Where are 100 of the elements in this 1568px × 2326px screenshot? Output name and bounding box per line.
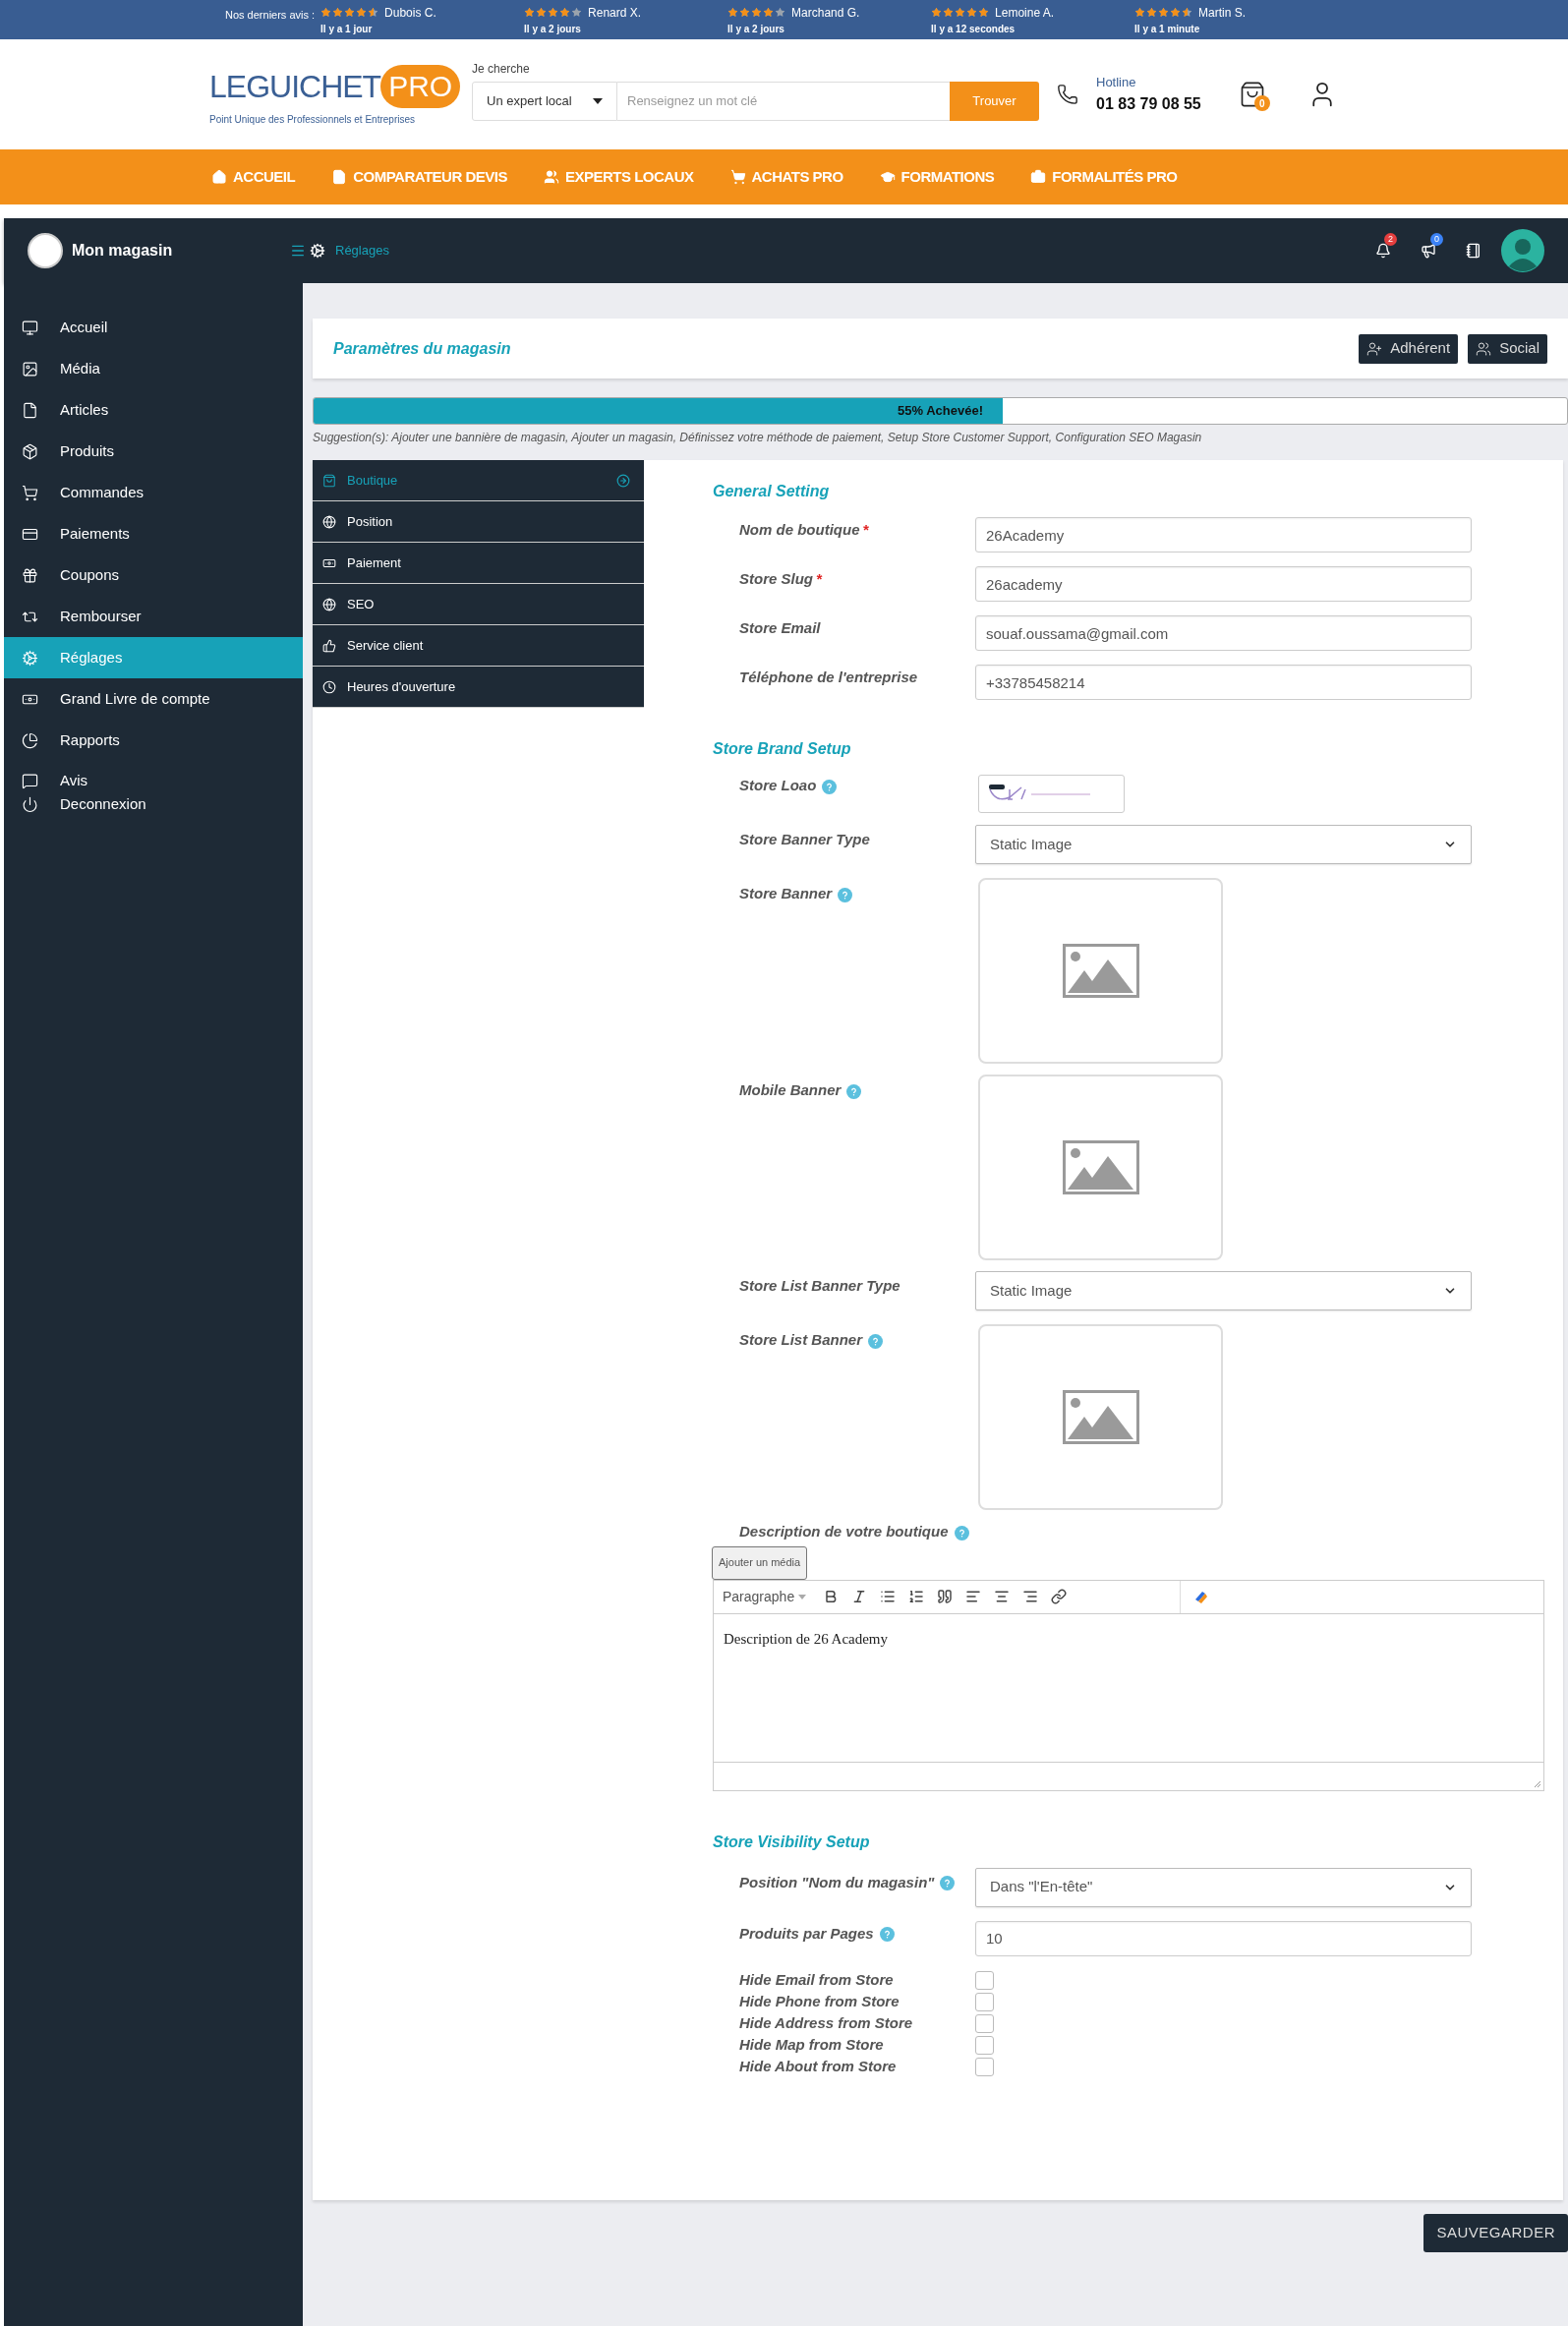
settings-tab[interactable]: Paiement xyxy=(313,543,644,584)
notebook-icon[interactable] xyxy=(1466,243,1481,259)
sidebar-item[interactable]: Rembourser xyxy=(4,596,303,637)
align-center-icon[interactable] xyxy=(994,1589,1011,1604)
text-field[interactable]: +33785458214 xyxy=(975,665,1472,700)
checkbox[interactable] xyxy=(975,1993,994,2011)
sidebar-item[interactable]: Articles xyxy=(4,389,303,431)
bell-icon[interactable] xyxy=(1375,243,1391,259)
image-upload[interactable] xyxy=(978,878,1223,1064)
sidebar-item[interactable]: Commandes xyxy=(4,472,303,513)
notification-badge: 2 xyxy=(1384,233,1397,246)
settings-tab[interactable]: Service client xyxy=(313,625,644,667)
settings-tab[interactable]: Heures d'ouverture xyxy=(313,667,644,708)
phone-icon xyxy=(1057,84,1078,105)
settings-tab[interactable]: SEO xyxy=(313,584,644,625)
select-field[interactable]: Dans "l'En-tête" xyxy=(975,1867,1472,1907)
suggestions-text: Suggestion(s): Ajouter une bannière de magasin, Ajouter un magasin, Définissez votre méthode de paiement, Setup Store Customer Support, Configuration SEO Magasin xyxy=(313,430,1203,446)
checkbox[interactable] xyxy=(975,1971,994,1990)
pen-icon[interactable] xyxy=(1192,1589,1208,1604)
review-time: Il y a 2 jours xyxy=(524,22,582,36)
hotline-number: 01 83 79 08 55 xyxy=(1096,93,1201,114)
clock-icon xyxy=(322,679,336,694)
sidebar-item[interactable]: Accueil xyxy=(4,307,303,348)
sidebar-item[interactable]: Grand Livre de compte xyxy=(4,678,303,720)
user-plus-icon xyxy=(1366,340,1383,357)
format-dropdown[interactable]: Paragraphe xyxy=(723,1586,807,1607)
user-avatar[interactable] xyxy=(1501,229,1544,272)
link-icon[interactable] xyxy=(1051,1589,1068,1604)
logo[interactable]: LEGUICHET PRO xyxy=(209,62,472,110)
resize-handle-icon[interactable] xyxy=(1534,1779,1541,1788)
align-right-icon[interactable] xyxy=(1022,1589,1039,1604)
chat-icon xyxy=(22,772,38,789)
sidebar-item[interactable]: Produits xyxy=(4,431,303,472)
dashboard-title: Mon magasin xyxy=(72,241,174,261)
megaphone-icon[interactable] xyxy=(1421,243,1436,259)
section-title: Store Visibility Setup xyxy=(713,1832,871,1852)
field-label: Store Banner Type xyxy=(739,831,870,847)
align-left-icon[interactable] xyxy=(965,1589,982,1604)
bag-icon xyxy=(322,473,336,488)
section-title: General Setting xyxy=(713,482,831,501)
checkbox[interactable] xyxy=(975,2014,994,2033)
text-field[interactable]: 26academy xyxy=(975,566,1472,602)
logo-tagline: Point Unique des Professionnels et Entreprises xyxy=(209,112,416,127)
search-label: Je cherche xyxy=(472,61,531,78)
text-field[interactable]: 10 xyxy=(975,1920,1472,1956)
cart-icon xyxy=(22,484,38,501)
settings-tab[interactable]: Boutique xyxy=(313,460,644,501)
sidebar-item[interactable]: Deconnexion xyxy=(4,792,303,816)
required-mark: * xyxy=(862,521,869,538)
bulleted-list-icon[interactable] xyxy=(880,1589,897,1604)
reviewer-name: Marchand G. xyxy=(791,4,860,22)
field-label: Store Banner xyxy=(739,885,833,901)
field-label: Hide About from Store xyxy=(739,2058,897,2075)
checkbox[interactable] xyxy=(975,2058,994,2076)
arrow-circle-icon xyxy=(616,473,630,488)
sidebar-item[interactable]: Coupons xyxy=(4,554,303,596)
section-title: Store Brand Setup xyxy=(713,739,852,759)
breadcrumb[interactable]: Réglages xyxy=(335,241,389,261)
text-field[interactable]: 26Academy xyxy=(975,517,1472,552)
home-icon xyxy=(211,169,227,185)
hotline-label: Hotline xyxy=(1096,74,1137,92)
rich-text-editor[interactable]: Paragraphe Description de 26 Academy xyxy=(713,1579,1544,1791)
reviewer-name: Martin S. xyxy=(1198,4,1247,22)
store-avatar xyxy=(28,233,63,268)
category-select[interactable]: Un expert local xyxy=(472,82,617,121)
people-icon xyxy=(543,169,559,185)
image-upload[interactable] xyxy=(978,1075,1223,1260)
header-button[interactable]: Social xyxy=(1468,333,1547,364)
checkbox[interactable] xyxy=(975,2036,994,2055)
sidebar-item[interactable]: Média xyxy=(4,348,303,389)
header-button[interactable]: Adhérent xyxy=(1359,333,1459,364)
field-label: Hide Address from Store xyxy=(739,2014,913,2032)
sidebar-item[interactable]: Rapports xyxy=(4,720,303,761)
text-field[interactable]: souaf.oussama@gmail.com xyxy=(975,615,1472,651)
save-button[interactable]: SAUVEGARDER xyxy=(1423,2214,1568,2252)
announcement-badge: 0 xyxy=(1430,233,1443,246)
numbered-list-icon[interactable] xyxy=(908,1589,925,1604)
field-label: Hide Map from Store xyxy=(739,2036,884,2054)
field-label: Store Slug xyxy=(739,570,813,587)
caret-icon xyxy=(593,98,603,104)
add-media-button[interactable]: Ajouter un média xyxy=(712,1545,808,1580)
field-label: Hide Email from Store xyxy=(739,1971,894,1989)
field-label: Position "Nom du magasin" xyxy=(739,1873,935,1890)
settings-tab[interactable]: Position xyxy=(313,501,644,543)
logo-upload[interactable] xyxy=(978,775,1125,813)
field-label: Store List Banner xyxy=(739,1331,863,1348)
people-icon xyxy=(1476,340,1492,357)
image-upload[interactable] xyxy=(978,1324,1223,1510)
search-field[interactable]: Renseignez un mot clé xyxy=(617,82,950,121)
sidebar-item[interactable]: Paiements xyxy=(4,513,303,554)
monitor-icon xyxy=(22,319,38,336)
reviewer-name: Dubois C. xyxy=(384,4,436,22)
quote-icon[interactable] xyxy=(937,1589,954,1604)
select-field[interactable]: Static Image xyxy=(975,825,1472,864)
sidebar-item[interactable]: Avis xyxy=(4,769,303,792)
review-time: Il y a 12 secondes xyxy=(931,22,1016,36)
briefcase-icon xyxy=(1030,169,1047,185)
field-label: Store List Banner Type xyxy=(739,1277,900,1294)
select-field[interactable]: Static Image xyxy=(975,1271,1472,1310)
menu-icon[interactable] xyxy=(290,243,306,259)
